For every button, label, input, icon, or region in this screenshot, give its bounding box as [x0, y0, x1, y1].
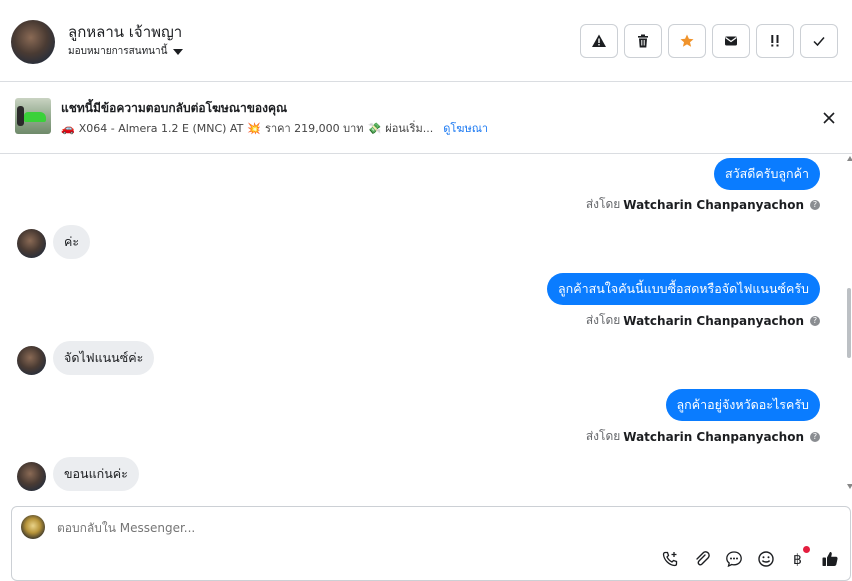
ad-price: ราคา 219,000 บาท — [265, 122, 364, 135]
scroll-down-arrow-icon[interactable] — [847, 484, 852, 489]
ad-banner-subtitle: 🚗 X064 - Almera 1.2 E (MNC) AT 💥 ราคา 21… — [61, 119, 488, 137]
envelope-icon — [725, 36, 737, 46]
contact-name[interactable]: ลูกหลาน เจ้าพญา — [68, 20, 182, 44]
sent-by-prefix: ส่งโดย — [585, 197, 621, 211]
incoming-message: ขอนแก่นค่ะ — [53, 457, 139, 491]
message-thread[interactable]: สวัสดีครับลูกค้า ส่งโดย Watcharin Chanpa… — [0, 154, 852, 506]
call-button[interactable] — [660, 549, 680, 569]
header-actions — [580, 24, 838, 58]
contact-avatar-small[interactable] — [17, 229, 46, 258]
svg-text:฿: ฿ — [793, 552, 802, 568]
composer-toolbar: ฿ — [660, 546, 840, 569]
sparkle-emoji-icon: 💥 — [247, 121, 262, 135]
thread-scrollbar[interactable] — [846, 154, 852, 506]
ad-model: X064 - Almera 1.2 E (MNC) AT — [78, 121, 244, 135]
exclamation-icon — [771, 35, 779, 47]
money-emoji-icon: 💸 — [367, 121, 382, 135]
sent-by-label: ส่งโดย Watcharin Chanpanyachon ? — [586, 427, 820, 446]
assign-conversation-dropdown[interactable]: มอบหมายการสนทนานี้ — [68, 44, 184, 59]
scroll-up-arrow-icon[interactable] — [847, 156, 852, 161]
conversation-header: ลูกหลาน เจ้าพญา มอบหมายการสนทนานี้ — [0, 0, 852, 82]
sender-name: Watcharin Chanpanyachon — [623, 429, 804, 444]
contact-avatar-small[interactable] — [17, 462, 46, 491]
delete-button[interactable] — [624, 24, 662, 58]
paperclip-icon — [696, 551, 710, 566]
mark-unread-button[interactable] — [712, 24, 750, 58]
reply-input[interactable] — [57, 521, 757, 535]
view-ad-link[interactable]: ดูโฆษณา — [443, 119, 488, 137]
checkmark-icon — [813, 37, 825, 47]
incoming-message: จัดไฟแนนซ์ค่ะ — [53, 341, 155, 375]
warning-icon — [592, 34, 606, 47]
sent-by-prefix: ส่งโดย — [585, 313, 621, 327]
ad-thumbnail-person — [17, 106, 24, 126]
outgoing-message: ลูกค้าอยู่จังหวัดอะไรครับ — [665, 389, 820, 421]
scroll-thumb[interactable] — [847, 288, 851, 358]
star-button[interactable] — [668, 24, 706, 58]
contact-avatar[interactable] — [11, 20, 55, 64]
mark-done-button[interactable] — [800, 24, 838, 58]
reply-composer: ฿ — [11, 506, 851, 581]
payment-button[interactable]: ฿ — [788, 546, 810, 569]
info-icon[interactable]: ? — [810, 199, 820, 210]
chevron-down-icon — [173, 48, 184, 55]
outgoing-message: สวัสดีครับลูกค้า — [713, 158, 820, 190]
sender-name: Watcharin Chanpanyachon — [623, 197, 804, 212]
car-emoji-icon: 🚗 — [61, 121, 75, 135]
info-icon[interactable]: ? — [810, 431, 820, 442]
chat-bubble-icon — [726, 551, 742, 568]
attach-button[interactable] — [692, 549, 712, 569]
like-button[interactable] — [820, 549, 840, 569]
phone-plus-icon — [662, 551, 678, 567]
page-avatar — [21, 515, 45, 539]
sent-by-label: ส่งโดย Watcharin Chanpanyachon ? — [586, 195, 820, 214]
ad-thumbnail-car — [24, 112, 46, 122]
mark-spam-button[interactable] — [580, 24, 618, 58]
outgoing-message: ลูกค้าสนใจคันนี้แบบซื้อสดหรือจัดไฟแนนซ์ค… — [546, 273, 820, 305]
saved-replies-button[interactable] — [724, 549, 744, 569]
assign-label: มอบหมายการสนทนานี้ — [68, 46, 168, 57]
smiley-icon — [758, 551, 774, 567]
emoji-button[interactable] — [756, 549, 776, 569]
notification-dot — [803, 546, 810, 553]
incoming-message: ค่ะ — [53, 225, 91, 259]
info-icon[interactable]: ? — [810, 315, 820, 326]
follow-up-button[interactable] — [756, 24, 794, 58]
sender-name: Watcharin Chanpanyachon — [623, 313, 804, 328]
thumbs-up-icon — [822, 552, 838, 566]
contact-avatar-small[interactable] — [17, 346, 46, 375]
sent-by-label: ส่งโดย Watcharin Chanpanyachon ? — [586, 311, 820, 330]
trash-icon — [638, 34, 648, 48]
close-icon[interactable] — [820, 109, 838, 127]
sent-by-prefix: ส่งโดย — [585, 429, 621, 443]
ad-thumbnail[interactable] — [15, 98, 51, 134]
ad-reply-banner: แชทนี้มีข้อความตอบกลับต่อโฆษณาของคุณ 🚗 X… — [0, 82, 852, 154]
ad-banner-title: แชทนี้มีข้อความตอบกลับต่อโฆษณาของคุณ — [61, 101, 288, 115]
star-icon — [680, 34, 694, 47]
ad-extra: ผ่อนเริ่ม... — [385, 122, 434, 135]
